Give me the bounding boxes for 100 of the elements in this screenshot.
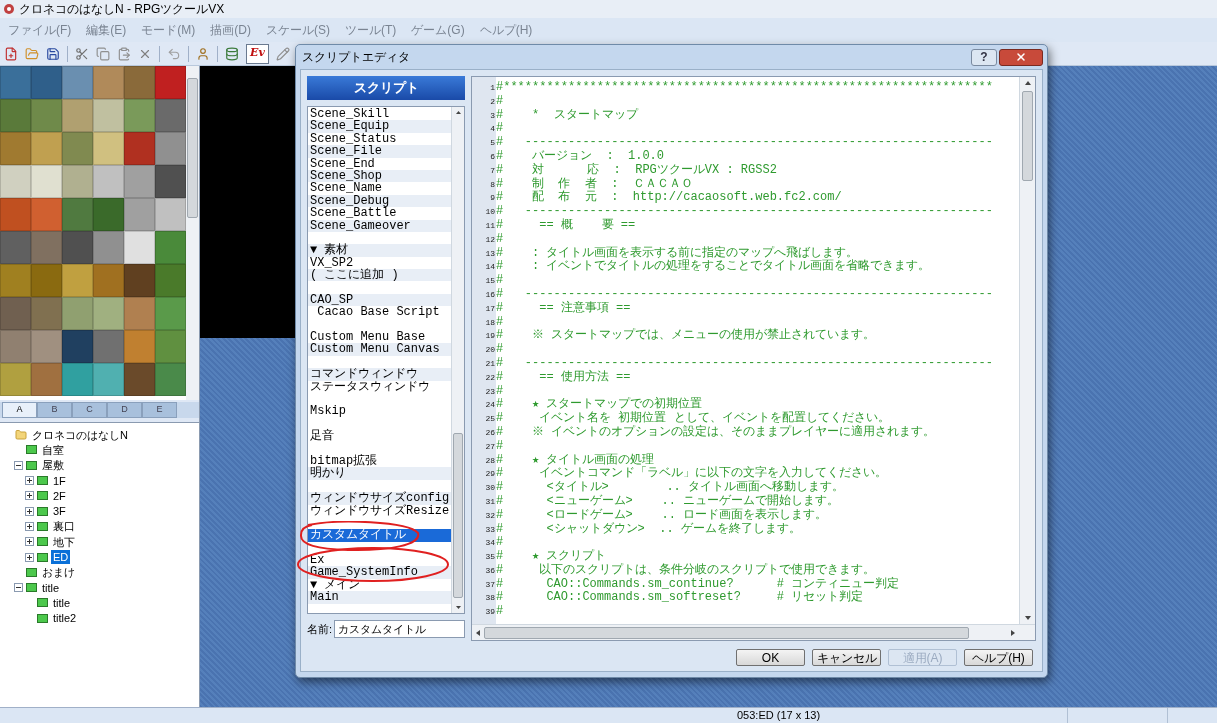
scrollbar[interactable]	[1019, 77, 1035, 624]
line-number: 24	[484, 399, 496, 412]
scrollbar[interactable]	[451, 107, 465, 613]
character-icon[interactable]	[196, 46, 210, 61]
script-list-item[interactable]: Scene_Gameover	[308, 219, 452, 232]
script-list-item[interactable]: Scene_Name	[308, 182, 452, 195]
script-list-item[interactable]: ( ここに追加 )	[308, 269, 452, 282]
tileset-tab[interactable]: A	[2, 402, 37, 418]
script-list-item[interactable]: Mskip	[308, 405, 452, 418]
script-list-item[interactable]: ウィンドウサイズconfig	[308, 492, 452, 505]
line-number: 17	[484, 302, 496, 315]
script-list-item[interactable]: Scene_Skill	[308, 108, 452, 121]
tree-item[interactable]: クロネコのはなしN	[30, 427, 130, 442]
tree-item[interactable]: ED	[51, 550, 71, 564]
tree-item[interactable]: 自室	[40, 442, 66, 457]
code-line: #	[496, 315, 505, 329]
line-number: 3	[489, 109, 496, 122]
scroll-thumb[interactable]	[453, 433, 464, 598]
close-button[interactable]	[999, 48, 1043, 66]
scrollbar[interactable]	[472, 624, 1035, 640]
script-list-item[interactable]: Scene_Debug	[308, 194, 452, 208]
line-number: 18	[484, 316, 496, 329]
tree-item[interactable]: おまけ	[40, 565, 77, 580]
map-icon	[37, 476, 48, 486]
script-list-item[interactable]: 足音	[308, 430, 452, 443]
name-field[interactable]: カスタムタイトル	[334, 620, 465, 638]
script-list-item[interactable]: Custom Menu Canvas	[308, 343, 452, 356]
event-mode-button[interactable]: Ev	[246, 43, 269, 64]
line-number: 39	[484, 606, 496, 619]
scroll-thumb[interactable]	[1022, 91, 1033, 181]
copy-icon[interactable]	[96, 46, 110, 61]
script-list-item[interactable]: 明かり	[308, 467, 452, 480]
map-icon	[26, 583, 37, 593]
tree-item[interactable]: title	[40, 580, 62, 595]
line-number: 26	[484, 426, 496, 439]
script-list-item[interactable]: Scene_Status	[308, 132, 452, 146]
help-button[interactable]: ?	[971, 48, 997, 66]
dialog-button[interactable]: ヘルプ(H)	[964, 649, 1033, 666]
tree-item[interactable]: 屋敷	[40, 458, 66, 473]
script-list-item[interactable]: コマンドウィンドウ	[308, 368, 452, 381]
expand-toggle-icon[interactable]	[25, 491, 34, 501]
dialog-button[interactable]: キャンセル	[812, 649, 881, 666]
tileset-tab[interactable]: B	[37, 402, 72, 418]
tree-item[interactable]: 裏口	[51, 519, 77, 534]
tileset-tab[interactable]: E	[142, 402, 177, 418]
script-list-item[interactable]: ウィンドウサイズResize	[308, 504, 452, 517]
cut-icon[interactable]	[75, 46, 89, 61]
line-number: 8	[489, 178, 496, 191]
new-file-icon[interactable]	[4, 46, 18, 61]
map-icon	[37, 598, 48, 608]
expand-toggle-icon[interactable]	[25, 476, 34, 486]
dialog-button[interactable]: OK	[736, 649, 805, 666]
script-list-item[interactable]: Game_SystemInfo	[308, 566, 452, 579]
script-list-item[interactable]: Scene_Battle	[308, 207, 452, 220]
line-number: 36	[484, 564, 496, 577]
scrollbar[interactable]	[186, 66, 199, 400]
script-list-item[interactable]: Cacao Base Script	[308, 306, 452, 319]
database-icon[interactable]	[225, 46, 239, 61]
save-icon[interactable]	[46, 46, 60, 61]
collapse-toggle-icon[interactable]	[14, 460, 23, 470]
tree-item[interactable]: 地下	[51, 534, 77, 549]
tree-item[interactable]: title	[51, 595, 73, 610]
close-icon	[1015, 51, 1027, 63]
expand-toggle-icon[interactable]	[25, 537, 34, 547]
script-list-item[interactable]: ステータスウィンドウ	[308, 380, 452, 393]
tileset-tab[interactable]: C	[72, 402, 107, 418]
script-list-item[interactable]: Scene_End	[308, 157, 452, 170]
script-list-item[interactable]: Scene_Equip	[308, 120, 452, 133]
script-list-item[interactable]: Custom Menu Base	[308, 331, 452, 344]
tree-item[interactable]: 2F	[51, 488, 68, 503]
code-line: # <ロードゲーム> .. ロード画面を表示します。	[496, 508, 829, 522]
script-list-item[interactable]: Scene_Shop	[308, 169, 452, 183]
tree-item[interactable]: 1F	[51, 473, 68, 488]
line-number: 10	[484, 206, 496, 219]
paste-icon[interactable]	[117, 46, 131, 61]
line-number: 9	[489, 192, 496, 205]
collapse-toggle-icon[interactable]	[14, 583, 23, 593]
scroll-thumb[interactable]	[484, 626, 969, 639]
script-list-item[interactable]: Main	[308, 591, 452, 604]
script-list-header: スクリプト	[307, 76, 465, 100]
line-number: 30	[484, 482, 496, 495]
line-number: 32	[484, 509, 496, 522]
line-number: 22	[484, 371, 496, 384]
map-icon	[26, 445, 37, 455]
code-line: #	[496, 343, 505, 357]
line-number: 33	[484, 523, 496, 536]
expand-toggle-icon[interactable]	[25, 552, 34, 562]
script-list-item[interactable]: Scene_File	[308, 145, 452, 158]
script-list-item[interactable]: CAO_SP	[308, 293, 452, 307]
tree-item[interactable]: title2	[51, 611, 79, 626]
script-list-item[interactable]: カスタムタイトル	[308, 529, 452, 542]
pencil-icon[interactable]	[275, 46, 290, 61]
script-list-item[interactable]: ▼ 素材	[308, 244, 452, 257]
scroll-thumb[interactable]	[187, 78, 198, 218]
tileset-tab[interactable]: D	[107, 402, 142, 418]
script-list-item[interactable]: bitmap拡張	[308, 454, 452, 468]
line-number: 15	[484, 275, 496, 288]
expand-toggle-icon[interactable]	[25, 506, 34, 516]
expand-toggle-icon[interactable]	[25, 521, 34, 531]
tree-item[interactable]: 3F	[51, 504, 68, 519]
